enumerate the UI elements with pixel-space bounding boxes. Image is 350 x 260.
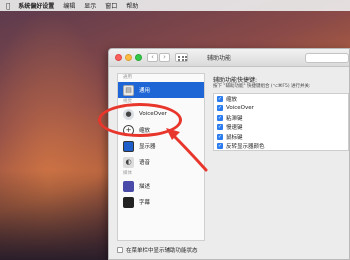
captions-icon — [123, 196, 134, 208]
window-titlebar: ‹ › 辅助功能 — [109, 49, 349, 67]
sidebar-item-label: 通用 — [139, 88, 151, 94]
sidebar-item-display[interactable]: 显示器 — [118, 138, 204, 154]
general-icon: ▤ — [123, 84, 134, 96]
option-zoom[interactable]: ✓ 缩放 — [214, 94, 348, 104]
display-icon — [123, 140, 134, 152]
option-label: 粘滞键 — [226, 115, 243, 122]
option-mouse-keys[interactable]: ✓ 鼠标键 — [214, 132, 348, 142]
forward-button[interactable]: › — [159, 53, 170, 62]
speech-icon: ◐ — [123, 156, 134, 168]
fullscreen-button[interactable] — [135, 54, 142, 61]
show-status-label: 在菜单栏中显示辅助功能状态 — [126, 248, 198, 254]
sidebar-item-captions[interactable]: 字幕 — [118, 194, 204, 210]
back-button[interactable]: ‹ — [147, 53, 158, 62]
accessibility-window: ‹ › 辅助功能 通用 ▤ 通用 视觉 ● VoiceOver + 缩放 显示器… — [108, 48, 350, 260]
checkbox-checked-icon[interactable]: ✓ — [217, 114, 223, 121]
desktop-wallpaper-shadow — [0, 170, 110, 260]
menu-item-app[interactable]: 系统偏好设置 — [18, 1, 54, 10]
category-general: 通用 — [123, 75, 132, 80]
show-all-grid-icon[interactable] — [175, 53, 188, 62]
minimize-button[interactable] — [125, 54, 132, 61]
sidebar-item-label: 描述 — [139, 184, 151, 190]
sidebar-item-label: 字幕 — [139, 200, 151, 206]
description-icon — [123, 180, 134, 192]
option-voiceover[interactable]: ✓ VoiceOver — [214, 104, 348, 114]
checkbox-checked-icon[interactable]: ✓ — [217, 95, 223, 102]
option-invert-colors[interactable]: ✓ 反转显示器颜色 — [214, 142, 348, 152]
checkbox-checked-icon[interactable]: ✓ — [217, 124, 223, 131]
sidebar: 通用 ▤ 通用 视觉 ● VoiceOver + 缩放 显示器 ◐ 语音 媒体 … — [117, 73, 205, 241]
sidebar-item-general[interactable]: ▤ 通用 — [118, 82, 204, 98]
option-label: 鼠标键 — [226, 134, 243, 141]
apple-logo-icon[interactable]:  — [6, 2, 10, 10]
sidebar-item-speech[interactable]: ◐ 语音 — [118, 154, 204, 170]
sidebar-item-description[interactable]: 描述 — [118, 178, 204, 194]
sidebar-item-label: 显示器 — [139, 144, 156, 150]
search-field[interactable] — [305, 53, 349, 63]
checkbox-checked-icon[interactable]: ✓ — [217, 143, 223, 150]
option-slow-keys[interactable]: ✓ 慢速键 — [214, 123, 348, 133]
menu-item-window[interactable]: 窗口 — [105, 1, 117, 10]
menu-bar:  系统偏好设置 编辑 显示 窗口 帮助 — [0, 0, 350, 11]
close-button[interactable] — [115, 54, 122, 61]
category-media: 媒体 — [123, 171, 132, 176]
option-label: 慢速键 — [226, 125, 243, 132]
show-status-checkbox[interactable] — [117, 247, 123, 253]
option-sticky-keys[interactable]: ✓ 粘滞键 — [214, 113, 348, 123]
checkbox-checked-icon[interactable]: ✓ — [217, 105, 223, 112]
sidebar-item-label: 语音 — [139, 160, 151, 166]
shortcut-options-list: ✓ 缩放 ✓ VoiceOver ✓ 粘滞键 ✓ 慢速键 ✓ 鼠标键 ✓ 反转显… — [213, 93, 349, 151]
checkbox-checked-icon[interactable]: ✓ — [217, 133, 223, 140]
window-title: 辅助功能 — [207, 55, 232, 62]
shortcut-description: 按下 "辅助功能" 快捷键组合 (⌥⌘F5) 进行并关: — [213, 84, 311, 89]
option-label: 反转显示器颜色 — [226, 144, 265, 151]
option-label: VoiceOver — [226, 105, 254, 112]
annotation-highlight-ellipse — [98, 103, 182, 137]
menu-item-view[interactable]: 显示 — [84, 1, 96, 10]
menu-item-help[interactable]: 帮助 — [126, 1, 138, 10]
menu-item-edit[interactable]: 编辑 — [63, 1, 75, 10]
option-label: 缩放 — [226, 96, 238, 103]
